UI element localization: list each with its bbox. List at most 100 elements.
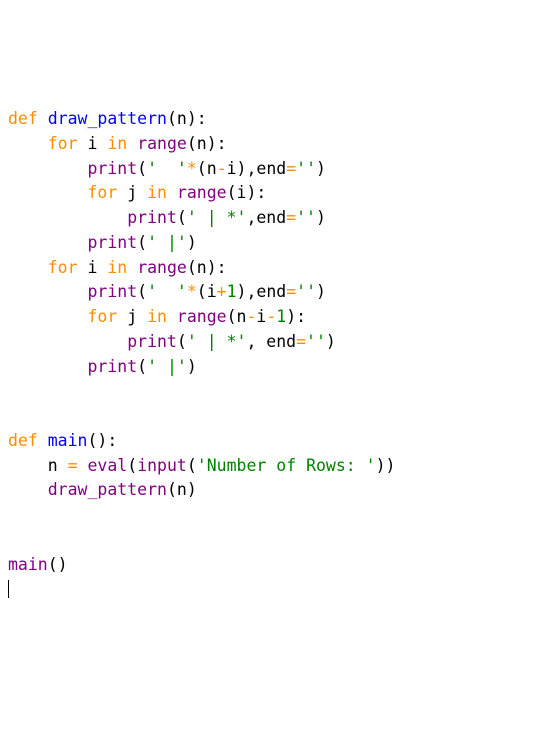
text-cursor bbox=[8, 580, 9, 598]
token-pn: ( bbox=[137, 282, 147, 301]
token-op: = bbox=[286, 282, 296, 301]
token-op: + bbox=[217, 282, 227, 301]
token-kw: in bbox=[147, 307, 167, 326]
token-pn: ,end bbox=[246, 208, 286, 227]
token-pn: (i bbox=[197, 282, 217, 301]
token-call: print bbox=[87, 159, 137, 178]
token-pn: (n): bbox=[167, 109, 207, 128]
code-line: print(' |') bbox=[8, 231, 550, 256]
code-line: draw_pattern(n) bbox=[8, 478, 550, 503]
token-pn: ): bbox=[286, 307, 306, 326]
token-pn bbox=[38, 109, 48, 128]
token-op: - bbox=[217, 159, 227, 178]
token-pn: ) bbox=[187, 357, 197, 376]
token-kw: in bbox=[147, 183, 167, 202]
code-line: def draw_pattern(n): bbox=[8, 107, 550, 132]
code-line: for i in range(n): bbox=[8, 132, 550, 157]
token-kw: in bbox=[107, 258, 127, 277]
token-pn bbox=[127, 258, 137, 277]
code-line bbox=[8, 528, 550, 553]
token-pn: (n): bbox=[187, 134, 227, 153]
token-op: - bbox=[246, 307, 256, 326]
token-str: '' bbox=[296, 282, 316, 301]
token-fn: main bbox=[48, 431, 88, 450]
token-str: ' |' bbox=[147, 233, 187, 252]
token-pn: (n bbox=[227, 307, 247, 326]
token-call: range bbox=[137, 258, 187, 277]
token-call: main bbox=[8, 555, 48, 574]
token-op: * bbox=[187, 159, 197, 178]
code-line bbox=[8, 503, 550, 528]
token-call: range bbox=[177, 307, 227, 326]
token-pn: (): bbox=[88, 431, 118, 450]
token-pn: ( bbox=[177, 332, 187, 351]
token-kw: in bbox=[107, 134, 127, 153]
token-str: '' bbox=[296, 159, 316, 178]
code-line: for i in range(n): bbox=[8, 256, 550, 281]
token-pn bbox=[167, 183, 177, 202]
token-kw: def bbox=[8, 431, 38, 450]
code-editor[interactable]: def draw_pattern(n): for i in range(n): … bbox=[8, 107, 550, 602]
token-kw: for bbox=[48, 258, 78, 277]
token-pn bbox=[78, 456, 88, 475]
token-pn: i),end bbox=[227, 159, 287, 178]
code-line: print(' | *', end='') bbox=[8, 330, 550, 355]
token-pn bbox=[167, 307, 177, 326]
cursor-line bbox=[8, 577, 550, 602]
token-kw: for bbox=[87, 307, 117, 326]
token-pn: ) bbox=[187, 233, 197, 252]
token-str: ' |' bbox=[147, 357, 187, 376]
code-line: for j in range(i): bbox=[8, 181, 550, 206]
code-line bbox=[8, 379, 550, 404]
code-line: for j in range(n-i-1): bbox=[8, 305, 550, 330]
token-pn: ) bbox=[316, 208, 326, 227]
token-call: draw_pattern bbox=[48, 480, 167, 499]
token-pn: ( bbox=[177, 208, 187, 227]
token-str: ' | *' bbox=[187, 208, 247, 227]
token-pn: ) bbox=[316, 159, 326, 178]
code-line bbox=[8, 404, 550, 429]
token-pn: ( bbox=[127, 456, 137, 475]
token-pn: (n) bbox=[167, 480, 197, 499]
token-pn bbox=[127, 134, 137, 153]
token-pn bbox=[38, 431, 48, 450]
token-call: print bbox=[87, 233, 137, 252]
code-line: print(' |') bbox=[8, 355, 550, 380]
token-str: ' ' bbox=[147, 159, 187, 178]
token-pn: ( bbox=[187, 456, 197, 475]
code-line: main() bbox=[8, 553, 550, 578]
token-pn: () bbox=[48, 555, 68, 574]
token-str: 'Number of Rows: ' bbox=[197, 456, 376, 475]
token-pn: ) bbox=[316, 282, 326, 301]
token-pn: i bbox=[78, 258, 108, 277]
token-op: = bbox=[68, 456, 78, 475]
token-num: 1 bbox=[276, 307, 286, 326]
token-str: '' bbox=[306, 332, 326, 351]
token-op: = bbox=[286, 159, 296, 178]
token-num: 1 bbox=[227, 282, 237, 301]
token-call: eval bbox=[88, 456, 128, 475]
token-kw: for bbox=[87, 183, 117, 202]
token-pn: j bbox=[117, 307, 147, 326]
token-op: = bbox=[286, 208, 296, 227]
token-call: print bbox=[87, 357, 137, 376]
code-line: print(' | *',end='') bbox=[8, 206, 550, 231]
token-call: print bbox=[127, 208, 177, 227]
token-pn: ),end bbox=[237, 282, 287, 301]
token-pn: i bbox=[78, 134, 108, 153]
token-op: = bbox=[296, 332, 306, 351]
token-call: range bbox=[177, 183, 227, 202]
token-pn: (i): bbox=[227, 183, 267, 202]
code-line: def main(): bbox=[8, 429, 550, 454]
token-pn: (n): bbox=[187, 258, 227, 277]
token-pn: n bbox=[48, 456, 68, 475]
code-line: n = eval(input('Number of Rows: ')) bbox=[8, 454, 550, 479]
token-kw: for bbox=[48, 134, 78, 153]
token-pn: ( bbox=[137, 233, 147, 252]
token-pn: ( bbox=[137, 159, 147, 178]
token-str: ' | *' bbox=[187, 332, 247, 351]
token-str: '' bbox=[296, 208, 316, 227]
token-pn: i bbox=[256, 307, 266, 326]
token-pn: ) bbox=[326, 332, 336, 351]
token-pn: )) bbox=[376, 456, 396, 475]
